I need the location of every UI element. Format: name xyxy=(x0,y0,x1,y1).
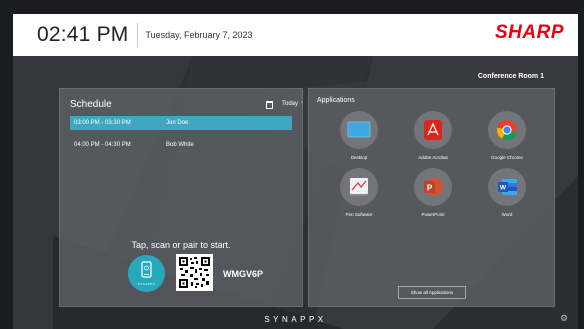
applications-panel: Applications Desktop Adobe Acrobat Googl… xyxy=(308,88,555,307)
svg-text:P: P xyxy=(427,184,433,193)
app-tile-word[interactable]: W Word xyxy=(475,168,539,217)
nfc-label: SYNAPPX xyxy=(137,282,156,286)
footer-logo: SYNAPPX xyxy=(264,315,327,324)
nfc-tap-target[interactable]: SYNAPPX xyxy=(128,255,165,292)
calendar-icon[interactable] xyxy=(266,101,273,109)
applications-title: Applications xyxy=(317,97,355,104)
svg-text:W: W xyxy=(500,185,507,192)
schedule-panel: Schedule Today › 03:00 PM - 03:30 PM Jon… xyxy=(59,88,303,307)
show-all-applications-button[interactable]: Show all Applications xyxy=(398,286,466,299)
schedule-event-row[interactable]: 04:00 PM - 04:30 PM Bob White xyxy=(70,138,292,152)
header-bar: 02:41 PM Tuesday, February 7, 2023 SHARP xyxy=(13,14,578,56)
acrobat-icon xyxy=(424,120,442,140)
qr-code xyxy=(176,254,213,291)
brand-logo: SHARP xyxy=(494,22,564,43)
app-label: Google Chrome xyxy=(491,155,523,160)
app-tile-desktop[interactable]: Desktop xyxy=(327,111,391,160)
screen: 02:41 PM Tuesday, February 7, 2023 SHARP… xyxy=(13,14,578,329)
pairing-instruction: Tap, scan or pair to start. xyxy=(131,240,231,250)
app-icon-circle xyxy=(488,111,526,149)
app-label: Desktop xyxy=(350,155,368,160)
chevron-right-icon[interactable]: › xyxy=(301,100,303,106)
room-name: Conference Room 1 xyxy=(477,73,544,80)
today-button[interactable]: Today xyxy=(282,101,298,107)
event-time: 04:00 PM - 04:30 PM xyxy=(74,142,131,148)
app-tile-pen-software[interactable]: Pen Software xyxy=(327,168,391,217)
header-divider xyxy=(136,23,138,47)
word-icon: W xyxy=(498,179,517,195)
pairing-code: WMGV6P xyxy=(223,269,264,279)
schedule-event-row[interactable]: 03:00 PM - 03:30 PM Jon Doe xyxy=(70,116,292,130)
event-organizer: Bob White xyxy=(166,142,194,148)
app-label: Pen Software xyxy=(345,212,373,217)
app-tile-powerpoint[interactable]: P PowerPoint xyxy=(401,168,465,217)
app-tile-acrobat[interactable]: Adobe Acrobat xyxy=(401,111,465,160)
phone-nfc-icon xyxy=(141,261,152,278)
app-tile-chrome[interactable]: Google Chrome xyxy=(475,111,539,160)
clock-time: 02:41 PM xyxy=(37,23,129,46)
app-icon-circle: P xyxy=(414,168,452,206)
powerpoint-icon: P xyxy=(424,178,443,196)
app-icon-circle xyxy=(414,111,452,149)
pen-software-icon xyxy=(350,178,368,196)
event-time: 03:00 PM - 03:30 PM xyxy=(74,120,131,126)
app-label: Adobe Acrobat xyxy=(418,155,448,160)
app-icon-circle: W xyxy=(488,168,526,206)
gear-icon[interactable]: ⚙ xyxy=(560,313,568,324)
app-icon-circle xyxy=(340,168,378,206)
app-label: Word xyxy=(501,212,513,217)
chrome-icon xyxy=(496,120,517,141)
app-icon-circle xyxy=(340,111,378,149)
desktop-icon xyxy=(347,121,371,138)
clock-date: Tuesday, February 7, 2023 xyxy=(145,30,253,40)
schedule-title: Schedule xyxy=(70,99,112,110)
qr-code-pattern xyxy=(179,257,210,288)
event-organizer: Jon Doe xyxy=(166,120,189,126)
app-label: PowerPoint xyxy=(421,212,445,217)
